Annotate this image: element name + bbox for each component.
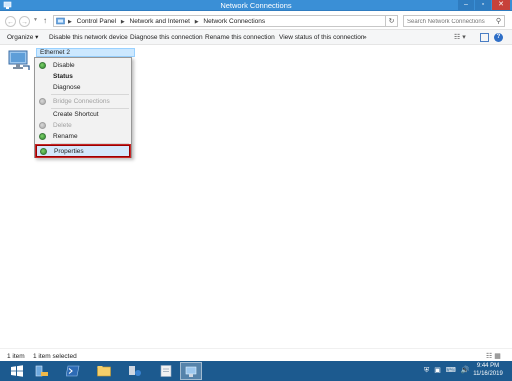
menu-separator — [51, 143, 129, 144]
taskbar-server-manager[interactable] — [31, 362, 53, 380]
context-menu: Disable Status Diagnose Bridge Connectio… — [34, 57, 132, 158]
breadcrumb-network-connections[interactable]: Network Connections — [203, 18, 265, 25]
more-commands-button[interactable]: » — [363, 34, 367, 42]
menu-item-delete[interactable]: Delete — [36, 120, 130, 131]
rename-connection-button[interactable]: Rename this connection — [205, 34, 275, 42]
taskbar-network-connections[interactable] — [180, 362, 202, 380]
network-adapter-icon — [8, 50, 30, 70]
disable-device-button[interactable]: Disable this network device — [49, 34, 128, 42]
search-box[interactable]: ⚲ — [403, 15, 505, 27]
security-icon[interactable]: ⛨ — [424, 367, 429, 374]
shield-icon — [39, 133, 46, 140]
shield-icon — [40, 148, 47, 155]
maximize-button[interactable]: ▫ — [475, 0, 491, 10]
shield-icon — [39, 122, 46, 129]
keyboard-icon[interactable]: ⌨ — [446, 367, 456, 374]
breadcrumb: ▶ Control Panel ▶ Network and Internet ▶… — [68, 18, 268, 26]
address-toolbar: ← → ▼ ↑ ▶ Control Panel ▶ Network and In… — [0, 11, 512, 30]
view-toggle-icon[interactable]: ☷ ▦ — [486, 352, 501, 360]
volume-icon[interactable]: 🔊 — [461, 367, 470, 374]
close-button[interactable]: ✕ — [492, 0, 510, 10]
breadcrumb-separator-icon: ▶ — [120, 19, 125, 25]
start-button[interactable] — [6, 362, 28, 380]
menu-item-disable[interactable]: Disable — [36, 60, 130, 71]
taskbar-powershell[interactable] — [62, 362, 84, 380]
menu-item-properties[interactable]: Properties — [35, 144, 131, 158]
menu-item-label: Create Shortcut — [53, 111, 99, 118]
refresh-button[interactable]: ↻ — [386, 15, 398, 27]
selected-count: 1 item selected — [33, 353, 77, 360]
forward-button[interactable]: → — [19, 16, 30, 27]
menu-item-status[interactable]: Status — [36, 71, 130, 82]
action-center-icon[interactable]: ▣ — [434, 367, 441, 374]
help-icon[interactable]: ? — [494, 33, 503, 42]
file-list-area[interactable]: Ethernet 2 Disable Status Diagnose Bridg… — [0, 46, 512, 348]
status-bar: 1 item 1 item selected ☷ ▦ — [0, 348, 512, 361]
taskbar-notepad[interactable] — [155, 362, 177, 380]
menu-item-label: Rename — [53, 133, 78, 140]
taskbar-network-admin[interactable] — [124, 362, 146, 380]
change-view-button[interactable]: ☷ ▾ — [454, 33, 474, 42]
menu-item-label: Status — [53, 73, 73, 80]
breadcrumb-network-and-internet[interactable]: Network and Internet — [130, 18, 190, 25]
up-button[interactable]: ↑ — [43, 16, 47, 25]
breadcrumb-separator-icon: ▶ — [194, 19, 199, 25]
taskbar-file-explorer[interactable] — [93, 362, 115, 380]
clock-time: 9:44 PM — [476, 363, 500, 369]
network-connections-icon — [185, 366, 197, 377]
menu-item-diagnose[interactable]: Diagnose — [36, 82, 130, 93]
preview-pane-icon[interactable] — [480, 33, 489, 42]
window-title: Network Connections — [220, 1, 292, 10]
menu-item-label: Diagnose — [53, 84, 81, 91]
organize-button[interactable]: Organize ▾ — [7, 34, 38, 42]
menu-item-create-shortcut[interactable]: Create Shortcut — [36, 109, 130, 120]
adapter-name-label[interactable]: Ethernet 2 — [36, 48, 135, 57]
title-bar: Network Connections – ▫ ✕ — [0, 0, 512, 11]
control-panel-icon — [56, 17, 65, 25]
menu-item-label: Disable — [53, 62, 75, 69]
back-button[interactable]: ← — [5, 16, 16, 27]
folder-icon — [97, 366, 111, 377]
breadcrumb-separator-icon: ▶ — [68, 19, 72, 25]
command-bar: Organize ▾ Disable this network device D… — [0, 30, 512, 45]
shield-icon — [39, 62, 46, 69]
search-icon[interactable]: ⚲ — [496, 17, 501, 25]
breadcrumb-control-panel[interactable]: Control Panel — [77, 18, 116, 25]
diagnose-connection-button[interactable]: Diagnose this connection — [130, 34, 203, 42]
menu-item-rename[interactable]: Rename — [36, 131, 130, 142]
minimize-button[interactable]: – — [458, 0, 474, 10]
powershell-icon — [66, 365, 80, 377]
recent-locations-icon[interactable]: ▼ — [33, 17, 38, 23]
notepad-icon — [160, 365, 172, 377]
taskbar: ⛨ ▣ ⌨ 🔊 9:44 PM 11/16/2019 — [0, 361, 512, 381]
network-admin-icon — [129, 366, 141, 376]
shield-icon — [39, 98, 46, 105]
search-input[interactable] — [407, 17, 491, 26]
menu-item-label: Properties — [54, 148, 84, 155]
address-bar[interactable]: ▶ Control Panel ▶ Network and Internet ▶… — [53, 15, 429, 27]
item-count: 1 item — [7, 353, 25, 360]
menu-item-bridge-connections[interactable]: Bridge Connections — [36, 96, 130, 107]
system-tray: ⛨ ▣ ⌨ 🔊 — [424, 366, 473, 375]
menu-item-label: Bridge Connections — [53, 98, 110, 105]
clock-date: 11/16/2019 — [473, 370, 503, 377]
menu-item-label: Delete — [53, 122, 72, 129]
windows-logo-icon — [11, 365, 23, 377]
clock[interactable]: 9:44 PM 11/16/2019 — [471, 363, 505, 378]
view-status-button[interactable]: View status of this connection — [279, 34, 365, 42]
server-manager-icon — [35, 365, 48, 377]
menu-separator — [51, 94, 129, 95]
